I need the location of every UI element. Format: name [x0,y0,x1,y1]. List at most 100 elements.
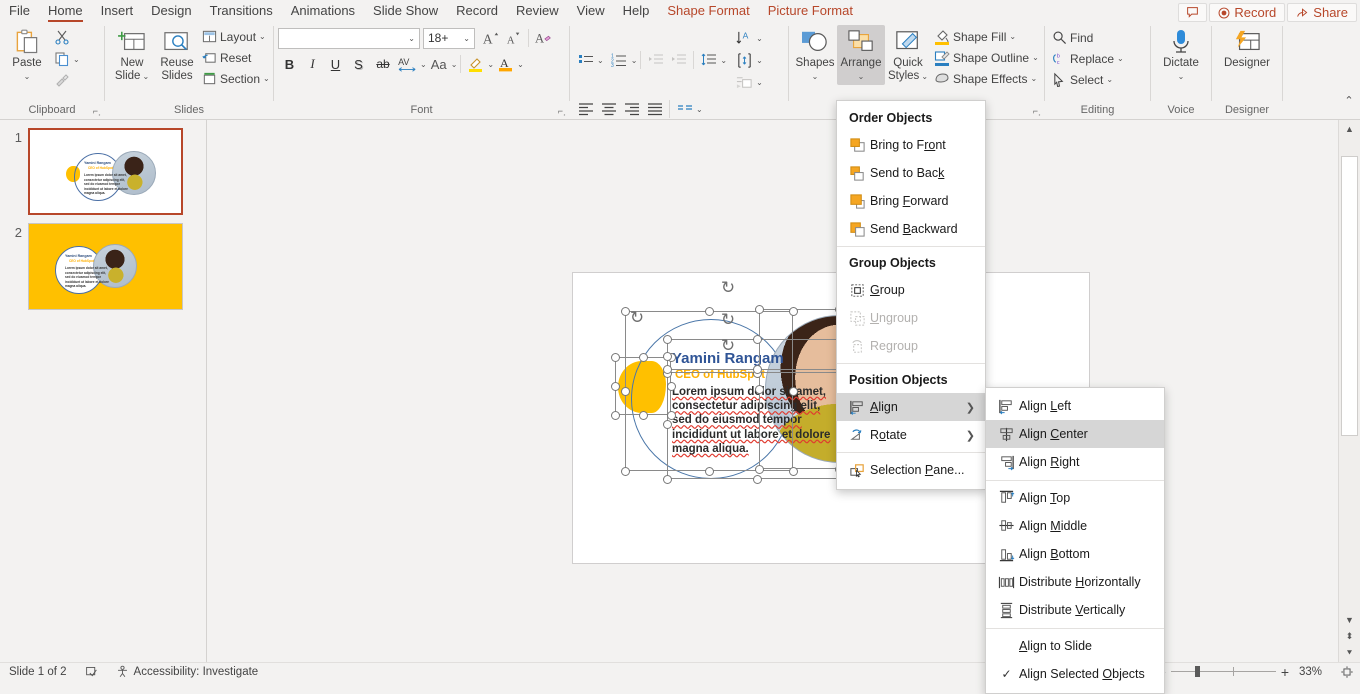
menu-item-send-backward[interactable]: Send Backward [837,215,985,243]
chevron-down-icon[interactable]: ⌄ [1031,74,1038,83]
menu-item-distribute-horizontally[interactable]: Distribute Horizontally [986,568,1164,596]
tab-insert[interactable]: Insert [92,1,143,22]
align-submenu[interactable]: Align Left Align Center Align Right Alig… [985,387,1165,694]
menu-item-align[interactable]: Align ❯ [837,393,985,421]
menu-item-align-right[interactable]: Align Right [986,448,1164,476]
thumbnail-row-1[interactable]: 1 Yamini Rangam CEO of HubSpot Lorem ips… [0,120,206,215]
resize-handle[interactable] [621,467,630,476]
tab-design[interactable]: Design [142,1,200,22]
collapse-ribbon-button[interactable]: ⌃ [1338,22,1360,119]
align-text-button[interactable]: ⌄ [733,49,763,71]
slide-indicator[interactable]: Slide 1 of 2 [0,666,76,678]
slide-thumbnail-pane[interactable]: 1 Yamini Rangam CEO of HubSpot Lorem ips… [0,120,207,662]
rotate-handle-circle[interactable]: ↻ [628,309,646,327]
resize-handle[interactable] [611,411,620,420]
font-color-button[interactable]: A ⌄ [494,53,524,75]
chevron-down-icon[interactable]: ⌄ [1106,75,1113,84]
arrange-button[interactable]: Arrange ⌄ [837,25,885,85]
vertical-scrollbar[interactable]: ▲ ▼ ⬍ ⯆ [1338,120,1360,662]
bullets-button[interactable] [574,49,597,71]
chevron-down-icon[interactable]: ⌄ [463,34,470,43]
change-case-button[interactable]: Aa ⌄ [427,53,458,75]
chevron-down-icon[interactable]: ⌄ [631,56,638,65]
align-right-button[interactable] [620,98,643,120]
cut-button[interactable] [50,26,73,48]
chevron-down-icon[interactable]: ⌄ [756,34,763,43]
reset-button[interactable]: Reset [199,47,273,68]
slide-thumbnail-1[interactable]: Yamini Rangam CEO of HubSpot Lorem ipsum… [28,128,183,215]
line-spacing-button[interactable] [697,49,720,71]
zoom-in-button[interactable]: + [1281,664,1289,680]
rotate-handle-title[interactable]: ↻ [719,311,737,329]
slide-thumbnail-2[interactable]: Yamini Rangam CEO of HubSpot Lorem ipsum… [28,223,183,310]
menu-item-align-selected-objects[interactable]: ✓ Align Selected Objects [986,660,1164,688]
find-button[interactable]: Find [1049,27,1127,48]
rotate-handle-photo[interactable]: ↻ [719,279,737,297]
resize-handle[interactable] [639,411,648,420]
increase-indent-button[interactable] [667,49,690,71]
text-highlight-button[interactable]: ⌄ [464,53,494,75]
record-button[interactable]: Record [1209,3,1285,22]
resize-handle[interactable] [755,465,764,474]
font-dialog-launcher[interactable]: ⌐˲ [558,104,566,118]
select-button[interactable]: Select ⌄ [1049,69,1127,90]
shapes-button[interactable]: Shapes ⌄ [793,25,837,85]
shape-outline-button[interactable]: Shape Outline ⌄ [931,47,1042,68]
thumbnail-row-2[interactable]: 2 Yamini Rangam CEO of HubSpot Lorem ips… [0,215,206,310]
clipboard-dialog-launcher[interactable]: ⌐˲ [93,104,101,118]
tab-animations[interactable]: Animations [282,1,364,22]
tab-help[interactable]: Help [614,1,659,22]
fit-to-window-button[interactable] [1331,665,1360,679]
chevron-down-icon[interactable]: ⌄ [756,78,763,87]
chevron-down-icon[interactable]: ⌄ [142,70,149,83]
resize-handle[interactable] [789,467,798,476]
chevron-down-icon[interactable]: ⌄ [597,56,604,65]
numbering-button[interactable]: 123 [608,49,631,71]
resize-handle[interactable] [621,387,630,396]
decrease-indent-button[interactable] [644,49,667,71]
tab-picture-format[interactable]: Picture Format [759,1,862,22]
zoom-value-label[interactable]: 33% [1294,666,1322,678]
resize-handle[interactable] [663,420,672,429]
resize-handle[interactable] [753,365,762,374]
chevron-down-icon[interactable]: ⌄ [451,60,458,69]
resize-handle[interactable] [753,335,762,344]
zoom-knob[interactable] [1195,666,1200,677]
justify-button[interactable] [643,98,666,120]
convert-to-smartart-button[interactable]: ⌄ [733,71,763,93]
scroll-up-button[interactable]: ▲ [1339,120,1360,137]
chevron-down-icon[interactable]: ⌄ [263,74,270,83]
previous-slide-button[interactable]: ⬍ [1339,628,1360,645]
accessibility-button[interactable]: Accessibility: Investigate [107,665,268,678]
menu-item-send-to-back[interactable]: Send to Back [837,159,985,187]
chevron-down-icon[interactable]: ⌄ [921,70,928,83]
columns-button[interactable] [673,98,696,120]
share-button[interactable]: Share [1287,3,1357,22]
resize-handle[interactable] [667,382,676,391]
tab-shape-format[interactable]: Shape Format [658,1,758,22]
rotate-handle-body[interactable]: ↻ [719,337,737,355]
chevron-down-icon[interactable]: ⌄ [1117,54,1124,63]
menu-item-selection-pane[interactable]: Selection Pane... [837,456,985,484]
font-size-combobox[interactable]: 18+ ⌄ [423,28,475,49]
align-left-button[interactable] [574,98,597,120]
chevron-down-icon[interactable]: ⌄ [696,105,703,114]
decrease-font-size-button[interactable]: A [502,27,525,49]
bold-button[interactable]: B [278,53,301,75]
chevron-down-icon[interactable]: ⌄ [487,60,494,69]
reuse-slides-button[interactable]: Reuse Slides [155,25,199,85]
slide-canvas-area[interactable]: Yamini Rangam CEO of HubSpot Lorem ipsum… [208,120,1338,662]
tab-view[interactable]: View [568,1,614,22]
resize-handle[interactable] [663,365,672,374]
arrange-dropdown-menu[interactable]: Order Objects Bring to Front Send to Bac… [836,100,986,490]
resize-handle[interactable] [755,305,764,314]
drawing-dialog-launcher[interactable]: ⌐˲ [1033,104,1041,118]
chevron-down-icon[interactable]: ⌄ [720,56,727,65]
character-spacing-button[interactable]: AV ⌄ [396,53,427,75]
spellcheck-button[interactable] [76,665,107,678]
chevron-down-icon[interactable]: ⌄ [420,60,427,69]
scroll-down-button[interactable]: ▼ [1339,611,1360,628]
comments-button[interactable] [1178,3,1207,22]
chevron-down-icon[interactable]: ⌄ [1032,53,1039,62]
menu-item-align-bottom[interactable]: Align Bottom [986,540,1164,568]
